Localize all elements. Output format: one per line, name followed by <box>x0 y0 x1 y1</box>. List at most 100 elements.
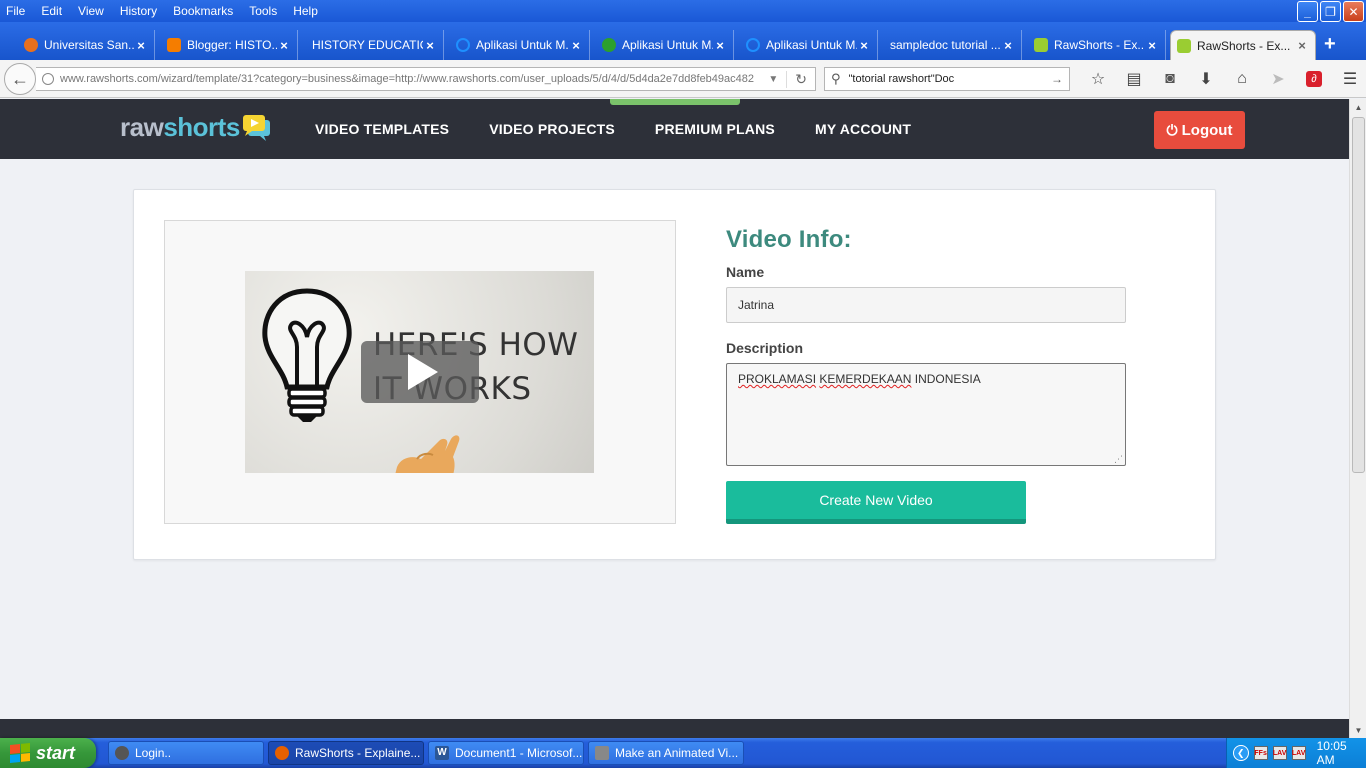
hand-illustration <box>395 435 460 473</box>
nav-my-account[interactable]: MY ACCOUNT <box>815 121 911 137</box>
home-icon[interactable]: ⌂ <box>1224 68 1260 90</box>
tab-title: Aplikasi Untuk M... <box>622 38 713 52</box>
tab-strip: Universitas San... × Blogger: HISTO... ×… <box>0 22 1366 60</box>
taskbar-item[interactable]: Make an Animated Vi... <box>588 741 744 765</box>
site-favicon-icon <box>602 38 616 52</box>
create-button-label: Create New Video <box>819 492 933 508</box>
resize-grip-icon[interactable]: ⋰ <box>1114 455 1123 464</box>
bookmark-star-icon[interactable]: ☆ <box>1080 68 1116 90</box>
firefox-icon <box>275 746 289 760</box>
description-word: INDONESIA <box>914 372 981 386</box>
close-tab-icon[interactable]: × <box>1145 38 1159 53</box>
logo-text-raw: raw <box>120 112 164 142</box>
tray-app-icon[interactable]: LAV <box>1291 746 1306 760</box>
rawshorts-favicon-icon <box>1034 38 1048 52</box>
close-tab-icon[interactable]: × <box>134 38 148 53</box>
addon-icon[interactable]: ∂ <box>1296 68 1332 90</box>
blogger-icon <box>167 38 181 52</box>
browser-tab-active[interactable]: RawShorts - Ex... × <box>1170 30 1316 60</box>
close-tab-icon[interactable]: × <box>1001 38 1015 53</box>
video-preview-box: HERE'S HOW IT WORKS <box>164 220 676 524</box>
system-tray: ❮ FFs LAV LAV 10:05 AM <box>1226 738 1366 768</box>
rawshorts-logo[interactable]: raw shorts <box>120 112 272 143</box>
reading-list-icon[interactable]: ▤ <box>1116 68 1152 90</box>
dropdown-arrow-icon[interactable]: ▼ <box>760 74 786 85</box>
video-wizard-card: HERE'S HOW IT WORKS Video Info: Name Jat… <box>133 189 1216 560</box>
browser-tab[interactable]: Aplikasi Untuk M... × <box>450 30 590 60</box>
tab-title: HISTORY EDUCATION <box>312 38 423 52</box>
create-new-video-button[interactable]: Create New Video <box>726 481 1026 524</box>
browser-tab[interactable]: HISTORY EDUCATION × <box>304 30 444 60</box>
menu-tools[interactable]: Tools <box>241 4 285 18</box>
play-icon <box>408 354 438 390</box>
nav-video-templates[interactable]: VIDEO TEMPLATES <box>315 121 449 137</box>
menu-file[interactable]: File <box>0 4 33 18</box>
loading-icon <box>746 38 760 52</box>
power-icon: ⏻ <box>1166 121 1178 138</box>
tab-title: Universitas San... <box>44 38 134 52</box>
play-button[interactable] <box>361 341 479 403</box>
description-textarea[interactable]: PROKLAMASI KEMERDEKAAN INDONESIA ⋰ <box>726 363 1126 466</box>
video-thumbnail[interactable]: HERE'S HOW IT WORKS <box>245 271 594 473</box>
menu-edit[interactable]: Edit <box>33 4 70 18</box>
scrollbar-thumb[interactable] <box>1352 117 1365 473</box>
window-close-button[interactable]: ✕ <box>1343 1 1364 22</box>
restore-button[interactable]: ❐ <box>1320 1 1341 22</box>
tab-title: RawShorts - Ex... <box>1197 38 1291 53</box>
taskbar-item[interactable]: W Document1 - Microsof... <box>428 741 584 765</box>
scroll-down-arrow-icon[interactable]: ▼ <box>1350 722 1366 738</box>
hamburger-menu-icon[interactable]: ☰ <box>1332 68 1366 90</box>
close-tab-icon[interactable]: × <box>1295 38 1309 53</box>
close-tab-icon[interactable]: × <box>569 38 583 53</box>
scroll-up-arrow-icon[interactable]: ▲ <box>1350 99 1366 115</box>
show-hidden-icons-chevron-icon[interactable]: ❮ <box>1233 745 1249 761</box>
download-icon[interactable]: ⬇ <box>1188 68 1224 90</box>
menu-bookmarks[interactable]: Bookmarks <box>165 4 241 18</box>
url-bar[interactable]: www.rawshorts.com/wizard/template/31?cat… <box>36 67 816 91</box>
close-tab-icon[interactable]: × <box>857 38 871 53</box>
search-input[interactable]: "totorial rawshort"Doc <box>849 73 1045 85</box>
close-tab-icon[interactable]: × <box>277 38 291 53</box>
reload-icon[interactable]: ↻ <box>786 70 815 88</box>
tray-app-icon[interactable]: FFs <box>1253 746 1268 760</box>
loading-icon <box>456 38 470 52</box>
tab-title: sampledoc tutorial ... <box>890 38 1001 52</box>
send-icon[interactable]: ➤ <box>1260 68 1296 90</box>
taskbar-item-active[interactable]: RawShorts - Explaine... <box>268 741 424 765</box>
name-input[interactable]: Jatrina <box>726 287 1126 323</box>
start-button[interactable]: start <box>0 738 96 768</box>
menu-history[interactable]: History <box>112 4 165 18</box>
browser-tab[interactable]: Aplikasi Untuk M... × <box>740 30 878 60</box>
pocket-icon[interactable]: ◙ <box>1152 68 1188 90</box>
tray-clock[interactable]: 10:05 AM <box>1317 739 1366 767</box>
search-icon: ⚲ <box>831 71 841 86</box>
close-tab-icon[interactable]: × <box>423 38 437 53</box>
browser-tab[interactable]: sampledoc tutorial ... × <box>884 30 1022 60</box>
taskbar-item-label: Login.. <box>135 746 172 760</box>
logout-button[interactable]: ⏻ Logout <box>1154 111 1245 149</box>
browser-tab[interactable]: Aplikasi Untuk M... × <box>596 30 734 60</box>
vertical-scrollbar[interactable]: ▲ ▼ <box>1349 99 1366 738</box>
url-text[interactable]: www.rawshorts.com/wizard/template/31?cat… <box>60 73 760 85</box>
search-go-arrow-icon[interactable]: → <box>1045 72 1069 86</box>
site-favicon-icon <box>24 38 38 52</box>
nav-video-projects[interactable]: VIDEO PROJECTS <box>489 121 615 137</box>
search-bar[interactable]: ⚲ "totorial rawshort"Doc → <box>824 67 1070 91</box>
description-word: KEMERDEKAAN <box>819 372 912 386</box>
back-arrow-icon[interactable]: ← <box>4 63 36 95</box>
menu-help[interactable]: Help <box>285 4 326 18</box>
browser-tab[interactable]: Universitas San... × <box>18 30 155 60</box>
browser-tab[interactable]: RawShorts - Ex... × <box>1028 30 1166 60</box>
taskbar-item[interactable]: Login.. <box>108 741 264 765</box>
nav-premium-plans[interactable]: PREMIUM PLANS <box>655 121 775 137</box>
close-tab-icon[interactable]: × <box>713 38 727 53</box>
globe-icon <box>42 73 54 85</box>
taskbar-item-label: Make an Animated Vi... <box>615 746 739 760</box>
new-tab-icon[interactable]: + <box>1324 33 1336 56</box>
tray-app-icon[interactable]: LAV <box>1272 746 1287 760</box>
minimize-button[interactable]: _ <box>1297 1 1318 22</box>
browser-tab[interactable]: Blogger: HISTO... × <box>161 30 298 60</box>
name-label: Name <box>726 264 765 280</box>
menu-view[interactable]: View <box>70 4 112 18</box>
main-nav: VIDEO TEMPLATES VIDEO PROJECTS PREMIUM P… <box>315 121 951 137</box>
